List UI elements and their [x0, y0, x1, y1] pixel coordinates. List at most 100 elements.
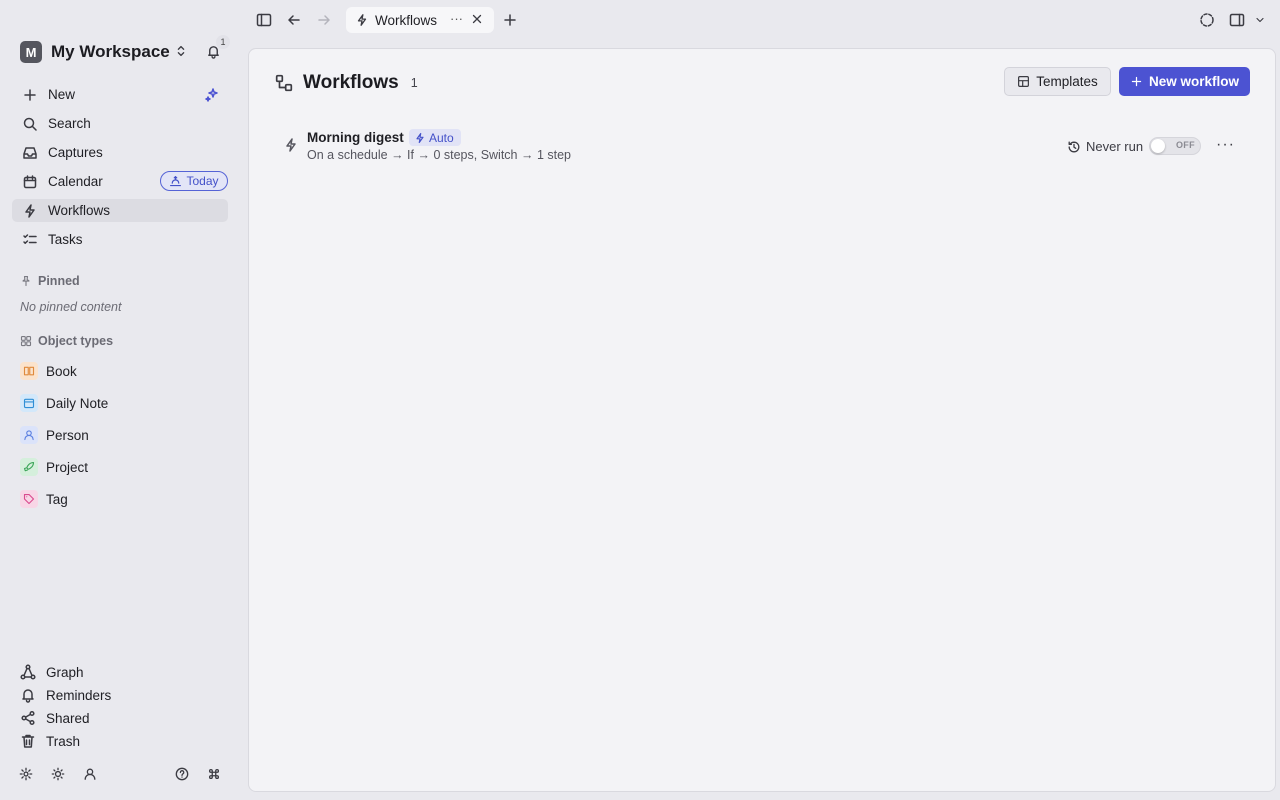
sidebar-item-tasks[interactable]: Tasks — [12, 228, 228, 251]
sidebar-item-label: Captures — [48, 145, 103, 160]
tab-label: Workflows — [375, 12, 438, 28]
bolt-icon — [357, 14, 367, 26]
templates-label: Templates — [1036, 74, 1098, 89]
sidebar-item-label: Graph — [46, 664, 84, 680]
graph-icon — [20, 664, 36, 680]
workspace-name: My Workspace — [51, 42, 170, 61]
notification-count-badge: 1 — [216, 35, 230, 49]
last-run-status: Never run — [1067, 139, 1143, 154]
object-type-project[interactable]: Project — [20, 458, 88, 476]
object-type-label: Daily Note — [46, 395, 109, 411]
share-icon — [21, 710, 35, 726]
tab-workflows[interactable]: Workflows ··· — [346, 7, 494, 33]
object-type-label: Person — [46, 427, 89, 443]
object-type-daily-note[interactable]: Daily Note — [20, 394, 108, 412]
bell-icon — [22, 689, 34, 703]
workflow-nodes-icon — [275, 74, 293, 92]
settings-gear-icon[interactable] — [19, 767, 33, 781]
templates-icon — [1018, 76, 1030, 87]
chevron-updown-icon[interactable] — [174, 44, 188, 58]
command-icon[interactable] — [207, 767, 221, 781]
sidebar-item-label: Reminders — [46, 687, 112, 703]
new-tab-plus-icon[interactable] — [502, 12, 518, 28]
sidebar-item-label: Trash — [46, 733, 81, 749]
object-type-book[interactable]: Book — [20, 362, 77, 380]
account-person-icon[interactable] — [83, 767, 97, 781]
more-options-icon[interactable]: ··· — [1216, 136, 1235, 154]
sidebar-item-label: Tasks — [48, 232, 83, 247]
last-run-label: Never run — [1086, 139, 1144, 154]
book-icon — [20, 362, 38, 380]
bolt-icon — [25, 203, 35, 218]
sidebar-item-shared[interactable]: Shared — [20, 709, 90, 727]
today-button[interactable]: Today — [160, 171, 228, 191]
close-icon[interactable] — [470, 12, 484, 26]
sidebar-item-label: Calendar — [48, 174, 103, 189]
help-icon[interactable] — [175, 767, 189, 781]
theme-sun-icon[interactable] — [51, 767, 65, 781]
workflow-row[interactable]: Morning digest Auto On a schedule → If →… — [275, 127, 1247, 167]
workflow-count: 1 — [410, 76, 418, 90]
toggle-knob — [1151, 139, 1165, 153]
templates-button[interactable]: Templates — [1004, 67, 1111, 96]
history-icon — [1068, 141, 1080, 152]
search-icon — [23, 117, 37, 131]
forward-arrow-icon[interactable] — [316, 12, 332, 28]
sidebar-item-trash[interactable]: Trash — [20, 732, 80, 750]
pinned-title: Pinned — [38, 274, 80, 288]
bolt-icon — [416, 132, 424, 143]
plus-icon — [1131, 76, 1142, 87]
pinned-empty-note: No pinned content — [20, 300, 122, 314]
daily-note-icon — [20, 394, 38, 412]
sidebar-item-new[interactable]: New — [12, 83, 228, 106]
back-arrow-icon[interactable] — [286, 12, 302, 28]
object-type-label: Project — [46, 459, 89, 475]
chevron-down-icon[interactable] — [1254, 12, 1266, 26]
new-workflow-button[interactable]: New workflow — [1119, 67, 1250, 96]
sidebar: M My Workspace 1 New Search Captures Cal… — [0, 0, 240, 800]
tab-more-icon[interactable]: ··· — [450, 11, 463, 26]
object-type-label: Tag — [46, 491, 68, 507]
sidebar-toggle-icon[interactable] — [256, 12, 272, 28]
sidebar-item-label: Shared — [46, 710, 90, 726]
object-type-label: Book — [46, 363, 77, 379]
tag-icon — [20, 490, 38, 508]
sidebar-item-search[interactable]: Search — [12, 112, 228, 135]
sidebar-item-reminders[interactable]: Reminders — [20, 686, 111, 704]
right-panel-toggle-icon[interactable] — [1229, 12, 1245, 28]
grid-icon — [20, 335, 32, 347]
pinned-section-header[interactable]: Pinned — [20, 274, 80, 288]
workspace-avatar: M — [20, 41, 42, 63]
sunrise-icon — [170, 175, 182, 186]
page-header: Workflows 1 — [275, 72, 418, 94]
toggle-state-label: OFF — [1176, 140, 1195, 150]
sidebar-item-workflows[interactable]: Workflows — [12, 199, 228, 222]
calendar-icon — [23, 174, 37, 188]
sidebar-item-graph[interactable]: Graph — [20, 663, 84, 681]
person-icon — [20, 426, 38, 444]
object-types-title: Object types — [38, 334, 114, 348]
plus-icon — [24, 88, 36, 101]
bolt-icon — [283, 137, 299, 153]
sparkle-ai-icon[interactable] — [204, 87, 220, 103]
object-type-person[interactable]: Person — [20, 426, 89, 444]
workspace-switcher[interactable]: M My Workspace — [20, 40, 170, 64]
auto-badge: Auto — [409, 129, 461, 146]
sidebar-item-label: Workflows — [48, 203, 111, 218]
sidebar-item-captures[interactable]: Captures — [12, 141, 228, 164]
trash-icon — [21, 734, 35, 748]
pin-icon — [22, 275, 30, 287]
object-type-tag[interactable]: Tag — [20, 490, 68, 508]
sidebar-item-label: Search — [48, 116, 91, 131]
rocket-icon — [20, 458, 38, 476]
checklist-icon — [23, 233, 37, 244]
auto-badge-label: Auto — [429, 130, 454, 145]
today-label: Today — [186, 174, 219, 188]
workflow-name: Morning digest — [307, 130, 404, 145]
object-types-section-header[interactable]: Object types — [20, 334, 113, 348]
sync-status-icon[interactable] — [1199, 12, 1215, 28]
page-title: Workflows — [303, 72, 399, 93]
main-panel: Workflows 1 Templates New workflow Morni… — [248, 48, 1276, 792]
workflow-enable-toggle[interactable]: OFF — [1149, 137, 1201, 155]
sidebar-item-label: New — [48, 87, 76, 102]
